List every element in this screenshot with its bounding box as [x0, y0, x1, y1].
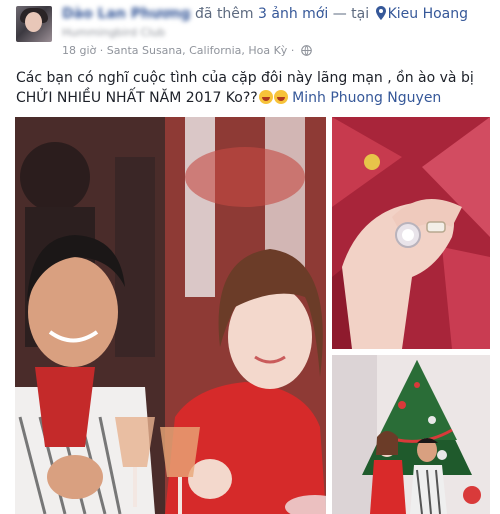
- avatar-face: [25, 12, 42, 32]
- place-link[interactable]: Kieu Hoang: [388, 6, 468, 22]
- sub-line: Hummingbird Club: [62, 26, 166, 39]
- mention-link[interactable]: Minh Phuong Nguyen: [292, 90, 441, 106]
- author-avatar[interactable]: [16, 6, 52, 42]
- post-header: Dào Lan Phương đã thêm 3 ảnh mới — tại K…: [62, 4, 492, 24]
- laughing-emoji-icon: [258, 90, 273, 104]
- post-text: Các bạn có nghĩ cuộc tình của cặp đôi nà…: [16, 68, 486, 108]
- photo-couple-toast[interactable]: [15, 117, 326, 514]
- facebook-post: Dào Lan Phương đã thêm 3 ảnh mới — tại K…: [0, 0, 500, 514]
- at-text: — tại: [332, 6, 370, 22]
- post-meta: 18 giờ · Santa Susana, California, Hoa K…: [62, 44, 312, 57]
- photo-grid: [15, 117, 490, 514]
- timestamp-location[interactable]: 18 giờ · Santa Susana, California, Hoa K…: [62, 44, 294, 57]
- photo-christmas-tree[interactable]: [332, 355, 490, 514]
- globe-icon[interactable]: [300, 45, 312, 56]
- photo-count-link[interactable]: 3 ảnh mới: [258, 6, 328, 22]
- author-name[interactable]: Dào Lan Phương: [62, 4, 191, 24]
- added-text: đã thêm: [195, 6, 254, 22]
- location-pin-icon: [375, 6, 386, 20]
- laughing-emoji-icon: [273, 90, 288, 104]
- photo-engagement-ring[interactable]: [332, 117, 490, 349]
